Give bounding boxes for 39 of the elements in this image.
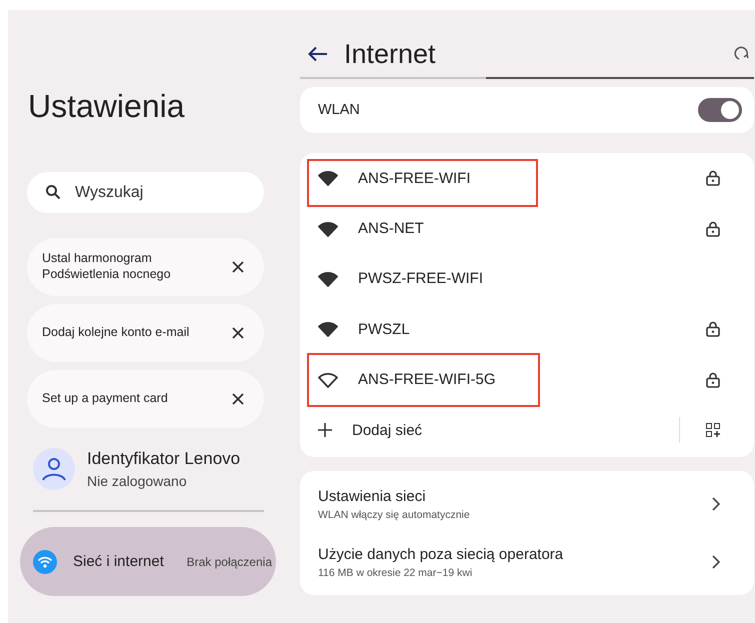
suggestion-card[interactable]: Dodaj kolejne konto e-mail	[27, 304, 264, 362]
nav-detail: Brak połączenia	[186, 554, 272, 568]
person-icon	[33, 448, 75, 490]
search-field[interactable]: Wyszukaj	[27, 172, 264, 213]
account-name[interactable]: Identyfikator Lenovo	[87, 449, 240, 469]
network-row[interactable]: ANS-FREE-WIFI-5G	[300, 354, 754, 405]
wlan-label: WLAN	[318, 102, 360, 118]
refresh-icon[interactable]	[734, 46, 750, 62]
settings-title: Użycie danych poza siecią operatora	[318, 546, 564, 563]
settings-title: Ustawienia sieci	[318, 488, 427, 505]
suggestion-card[interactable]: Ustal harmonogram Podświetlenia nocnego	[27, 238, 264, 296]
suggestion-card[interactable]: Set up a payment card	[27, 370, 264, 428]
suggestion-text: Set up a payment card	[42, 391, 168, 407]
settings-subtitle: 116 MB w okresie 22 mar−19 kwi	[318, 566, 474, 579]
chevron-right-icon	[712, 555, 720, 570]
settings-subtitle: WLAN włączy się automatycznie	[318, 508, 470, 521]
add-network-link[interactable]: Dodaj sieć	[352, 422, 422, 439]
suggestion-text: Dodaj kolejne konto e-mail	[42, 325, 190, 341]
settings-row[interactable]: Użycie danych poza siecią operatora 116 MB w okresie 22 mar−19 kwi	[300, 533, 754, 592]
close-icon[interactable]	[232, 327, 244, 339]
chevron-right-icon	[712, 497, 720, 512]
plus-icon	[318, 423, 332, 438]
qr-code-icon[interactable]	[706, 423, 720, 438]
network-row[interactable]: ANS-FREE-WIFI	[300, 153, 754, 204]
wifi-icon	[33, 550, 57, 574]
suggestion-text: Ustal harmonogram Podświetlenia nocnego	[42, 251, 171, 283]
page-title: Ustawienia	[28, 88, 186, 126]
settings-row[interactable]: Ustawienia sieci WLAN włączy się automatycznie	[300, 475, 754, 534]
back-arrow-icon[interactable]	[308, 46, 328, 62]
search-icon	[45, 184, 61, 200]
network-row[interactable]: PWSZL	[300, 304, 754, 355]
account-status: Nie zalogowano	[87, 473, 188, 489]
network-row[interactable]: PWSZ-FREE-WIFI	[300, 254, 754, 304]
wlan-switch[interactable]	[698, 98, 742, 122]
page-title: Internet	[344, 38, 436, 70]
network-row[interactable]: ANS-NET	[300, 203, 754, 254]
close-icon[interactable]	[232, 261, 244, 273]
nav-item[interactable]: Sieć i internet Brak połączenia	[20, 527, 276, 596]
close-icon[interactable]	[232, 393, 244, 405]
